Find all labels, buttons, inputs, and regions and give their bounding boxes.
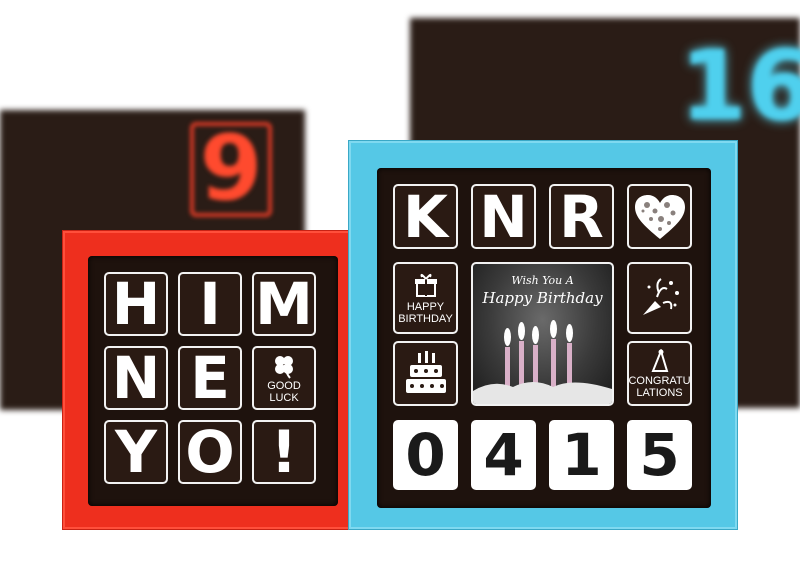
gift-icon [414,273,437,297]
tile-cake [393,341,458,406]
happy-birthday-caption: HAPPY BIRTHDAY [398,300,453,325]
tile-congratulations: CONGRATU LATIONS [627,341,692,406]
tile-digit: 1 [549,420,614,490]
tile-heart [627,184,692,249]
tile-letter: I [178,272,242,336]
background-blurred-text-right [740,355,795,385]
tile-digit: 5 [627,420,692,490]
tile-letter: M [252,272,316,336]
tile-digit: 4 [471,420,536,490]
birthday-photo-tile: Wish You A Happy Birthday [471,262,614,406]
tile-letter: N [104,346,168,410]
tile-digit: 0 [393,420,458,490]
party-hat-icon [651,348,668,372]
cake-icon [405,350,446,393]
good-luck-caption: GOOD LUCK [267,379,301,404]
background-blurred-text-left [8,318,68,378]
tile-letter: O [178,420,242,484]
photo-happy-birthday-line: Happy Birthday [482,289,603,307]
tile-good-luck: GOOD LUCK [252,346,316,410]
congratulations-caption: CONGRATU LATIONS [628,374,691,399]
tile-happy-birthday: HAPPY BIRTHDAY [393,262,458,334]
tile-letter: R [549,184,614,249]
tile-letter: N [471,184,536,249]
tile-letter: K [393,184,458,249]
party-popper-icon [642,278,679,315]
tile-party [627,262,692,334]
heart-icon [634,194,685,239]
tile-letter: ! [252,420,316,484]
background-number-16: 16 [680,30,800,142]
tile-letter: Y [104,420,168,484]
four-leaf-clover-icon [275,355,293,379]
background-number-9: 9 [190,122,272,217]
photo-wish-line: Wish You A [511,274,574,287]
candles-image [473,320,612,404]
tile-letter: H [104,272,168,336]
tile-letter: E [178,346,242,410]
